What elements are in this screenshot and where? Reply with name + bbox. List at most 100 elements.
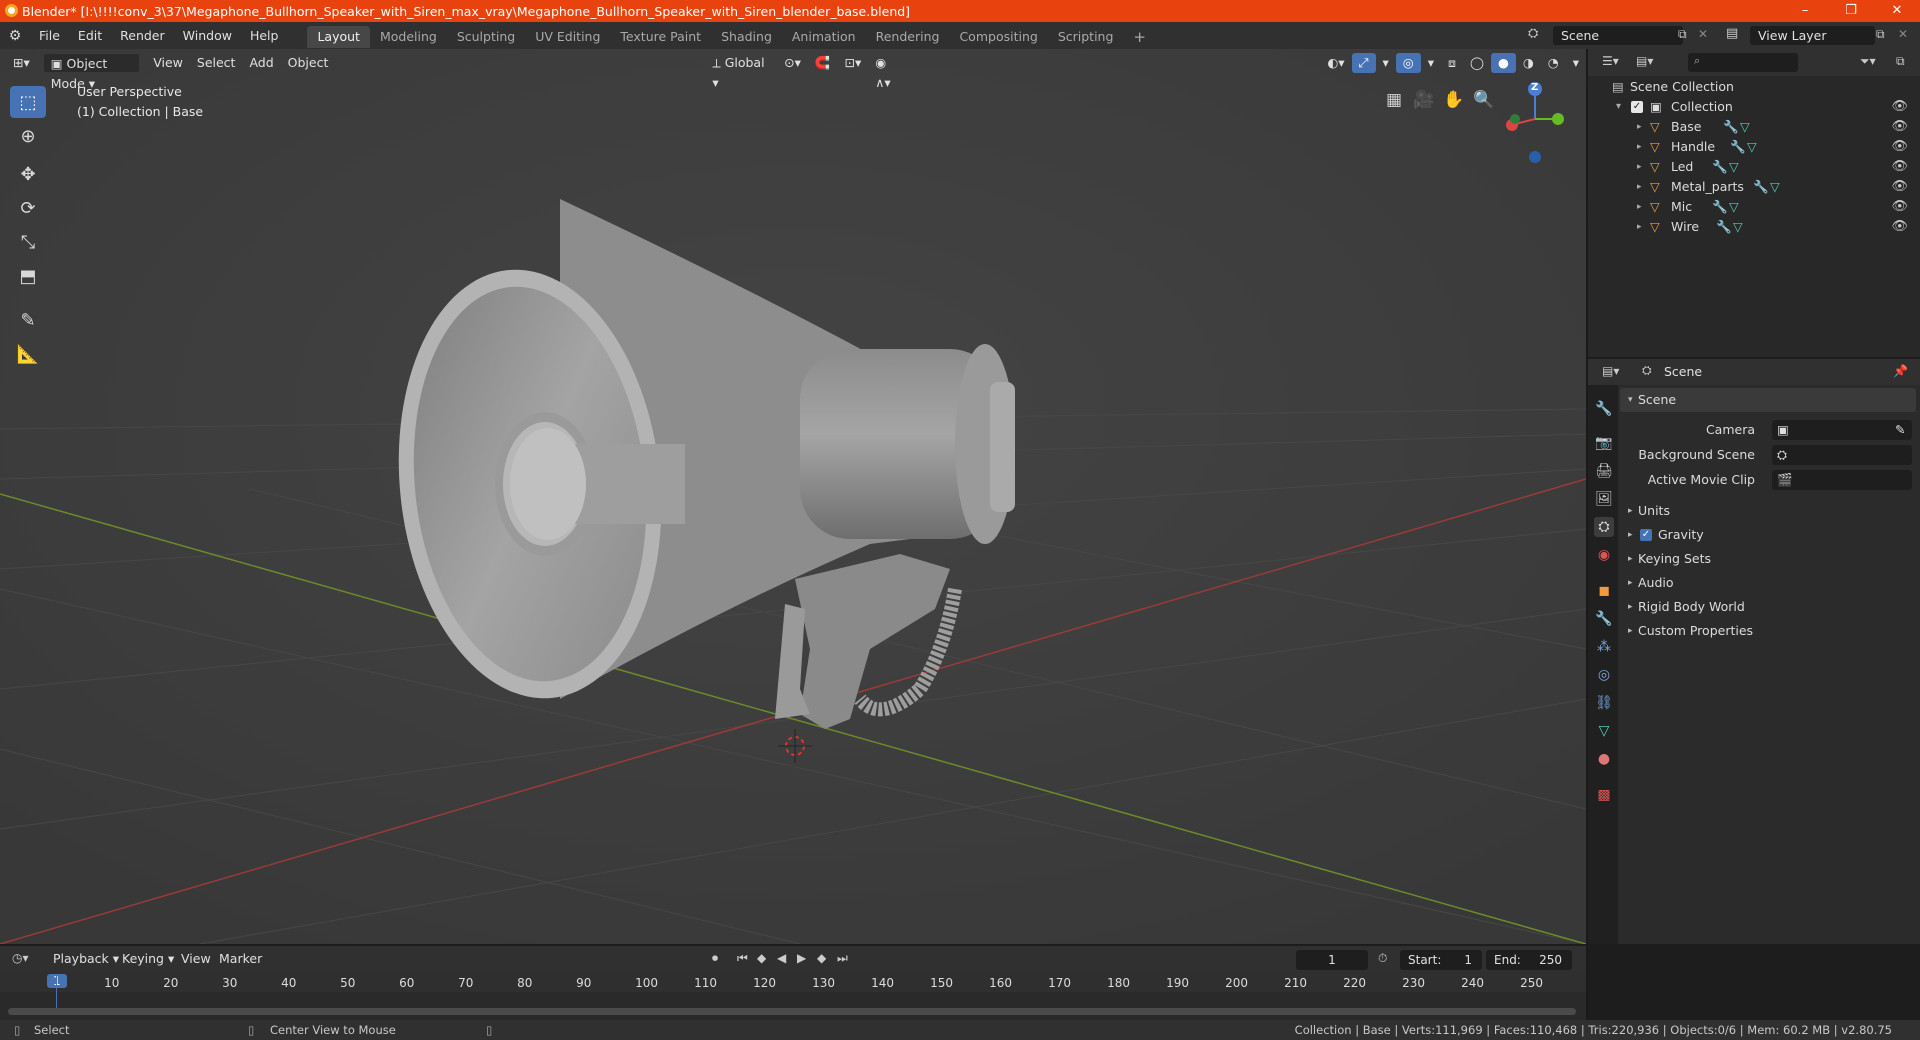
world-tab-icon[interactable]: ◉ [1594, 545, 1614, 565]
menu-keying[interactable]: Keying ▾ [115, 949, 181, 969]
gizmo-toggle-icon[interactable]: ⤢ [1351, 52, 1376, 73]
menu-object[interactable]: Object [281, 53, 336, 73]
proportional-edit-icon[interactable]: ◉ ∧▾ [868, 53, 910, 90]
tab-sculpting[interactable]: Sculpting [447, 26, 525, 48]
outliner-object-row[interactable]: ▸ ▽ Mic 🔧 ▽ 👁 [1588, 197, 1920, 217]
menu-render[interactable]: Render [111, 22, 174, 49]
eye-icon[interactable]: 👁 [1891, 177, 1908, 197]
menu-add[interactable]: Add [242, 53, 280, 73]
outliner-object-row[interactable]: ▸ ▽ Handle 🔧 ▽ 👁 [1588, 137, 1920, 157]
expand-icon[interactable]: ▸ [1637, 137, 1642, 157]
editor-type-icon[interactable]: ⊞▾ [6, 53, 37, 73]
minimize-button[interactable]: – [1782, 0, 1828, 22]
new-view-layer-icon[interactable]: ⧉ [1876, 27, 1885, 42]
visibility-icon[interactable]: ◐▾ [1320, 53, 1351, 73]
view-layer-tab-icon[interactable]: 🖼 [1594, 489, 1614, 509]
tool-tab-icon[interactable]: 🔧 [1594, 399, 1614, 419]
tab-animation[interactable]: Animation [782, 26, 866, 48]
close-button[interactable]: ✕ [1874, 0, 1920, 22]
outliner-object-row[interactable]: ▸ ▽ Wire 🔧 ▽ 👁 [1588, 217, 1920, 237]
expand-icon[interactable]: ▸ [1637, 117, 1642, 137]
expand-icon[interactable]: ▸ [1637, 217, 1642, 237]
audio-panel[interactable]: ▸ Audio [1620, 571, 1916, 595]
new-scene-icon[interactable]: ⧉ [1678, 27, 1687, 42]
maximize-button[interactable]: ❐ [1828, 0, 1874, 22]
outliner-editor-icon[interactable]: ☰▾ [1602, 54, 1619, 68]
blender-menu-icon[interactable]: ⚙ [0, 28, 30, 44]
wireframe-shading-icon[interactable]: ◯ [1463, 53, 1491, 73]
expand-icon[interactable]: ▸ [1637, 177, 1642, 197]
overlay-toggle-icon[interactable]: ◎ [1395, 52, 1421, 73]
pivot-point-icon[interactable]: ⊙▾ [777, 53, 808, 73]
background-scene-field[interactable] [1772, 445, 1912, 465]
camera-field[interactable] [1772, 420, 1912, 440]
add-workspace-button[interactable]: + [1123, 26, 1156, 48]
display-mode-icon[interactable]: ▤▾ [1636, 54, 1653, 68]
tab-texture-paint[interactable]: Texture Paint [610, 26, 711, 48]
eye-icon[interactable]: 👁 [1891, 217, 1908, 237]
gravity-panel[interactable]: ▸ ✓ Gravity [1620, 523, 1916, 547]
scene-collection-row[interactable]: ▤ Scene Collection [1588, 77, 1920, 97]
collection-checkbox[interactable]: ✓ [1631, 101, 1643, 113]
mesh-data-tab-icon[interactable]: ▽ [1594, 721, 1614, 741]
camera-view-icon[interactable]: 🎥 [1410, 86, 1438, 114]
output-tab-icon[interactable]: 🖨 [1594, 461, 1614, 481]
outliner-object-row[interactable]: ▸ ▽ Base 🔧 ▽ 👁 [1588, 117, 1920, 137]
outliner-object-row[interactable]: ▸ ▽ Metal_parts 🔧 ▽ 👁 [1588, 177, 1920, 197]
view-layer-field[interactable]: View Layer [1750, 26, 1875, 45]
material-shading-icon[interactable]: ◑ [1516, 53, 1541, 73]
select-box-tool[interactable]: ⬚ [10, 86, 46, 118]
record-button[interactable]: ⏺ [712, 951, 718, 966]
menu-help[interactable]: Help [241, 22, 288, 49]
eye-icon[interactable]: 👁 [1891, 197, 1908, 217]
rendered-shading-icon[interactable]: ◔ [1541, 53, 1566, 73]
tab-uv-editing[interactable]: UV Editing [525, 26, 610, 48]
shading-dropdown-icon[interactable]: ▾ [1566, 53, 1586, 73]
physics-tab-icon[interactable]: ◎ [1594, 665, 1614, 685]
tab-rendering[interactable]: Rendering [866, 26, 950, 48]
prev-keyframe-button[interactable]: ◆ [757, 951, 766, 965]
render-tab-icon[interactable]: 📷 [1594, 433, 1614, 453]
transform-tool[interactable]: ⬒ [10, 260, 46, 292]
annotate-tool[interactable]: ✎ [10, 304, 46, 336]
keying-sets-panel[interactable]: ▸ Keying Sets [1620, 547, 1916, 571]
menu-view[interactable]: View [146, 53, 190, 73]
eye-icon[interactable]: 👁 [1891, 117, 1908, 137]
menu-select[interactable]: Select [190, 53, 243, 73]
delete-scene-icon[interactable]: ✕ [1698, 27, 1708, 41]
rotate-tool[interactable]: ⟳ [10, 192, 46, 224]
outliner-object-row[interactable]: ▸ ▽ Led 🔧 ▽ 👁 [1588, 157, 1920, 177]
active-movie-clip-field[interactable] [1772, 470, 1912, 490]
overlay-dropdown-icon[interactable]: ▾ [1421, 53, 1441, 73]
grid-view-icon[interactable]: ▦ [1380, 86, 1408, 114]
eye-icon[interactable]: 👁 [1891, 157, 1908, 177]
tab-layout[interactable]: Layout [307, 26, 370, 48]
menu-window[interactable]: Window [174, 22, 241, 49]
menu-marker[interactable]: Marker [212, 949, 269, 969]
jump-start-button[interactable]: ⏮ [737, 951, 748, 966]
xray-icon[interactable]: ⧈ [1441, 53, 1463, 73]
tab-modeling[interactable]: Modeling [370, 26, 447, 48]
constraints-tab-icon[interactable]: ⛓ [1594, 693, 1614, 713]
menu-file[interactable]: File [30, 22, 69, 49]
frame-ruler[interactable]: 1102030405060708090100110120130140150160… [0, 972, 1586, 992]
current-frame-field[interactable]: 1 [1296, 950, 1368, 970]
start-frame-field[interactable]: Start: 1 [1400, 950, 1482, 970]
timeline[interactable]: 1102030405060708090100110120130140150160… [0, 972, 1586, 1026]
scale-tool[interactable]: ⤡ [10, 226, 46, 258]
modifier-tab-icon[interactable]: 🔧 [1594, 609, 1614, 629]
particles-tab-icon[interactable]: ⁂ [1594, 637, 1614, 657]
filter-icon[interactable]: ⏷▾ [1860, 54, 1876, 69]
tab-scripting[interactable]: Scripting [1048, 26, 1124, 48]
zoom-icon[interactable]: 🔍 [1470, 86, 1498, 114]
play-reverse-button[interactable]: ◀ [777, 951, 786, 965]
scene-tab-icon[interactable]: ⛭ [1594, 517, 1614, 537]
snap-target-icon[interactable]: ⊡▾ [838, 53, 869, 73]
scene-name-field[interactable]: Scene [1553, 26, 1683, 45]
object-tab-icon[interactable]: ◼ [1594, 581, 1614, 601]
rigid-body-world-panel[interactable]: ▸ Rigid Body World [1620, 595, 1916, 619]
jump-end-button[interactable]: ⏭ [837, 951, 848, 966]
play-button[interactable]: ▶ [797, 951, 806, 965]
properties-editor-icon[interactable]: ▤▾ [1602, 364, 1619, 378]
orientation-dropdown[interactable]: ⟂ Global ▾ [705, 53, 777, 90]
